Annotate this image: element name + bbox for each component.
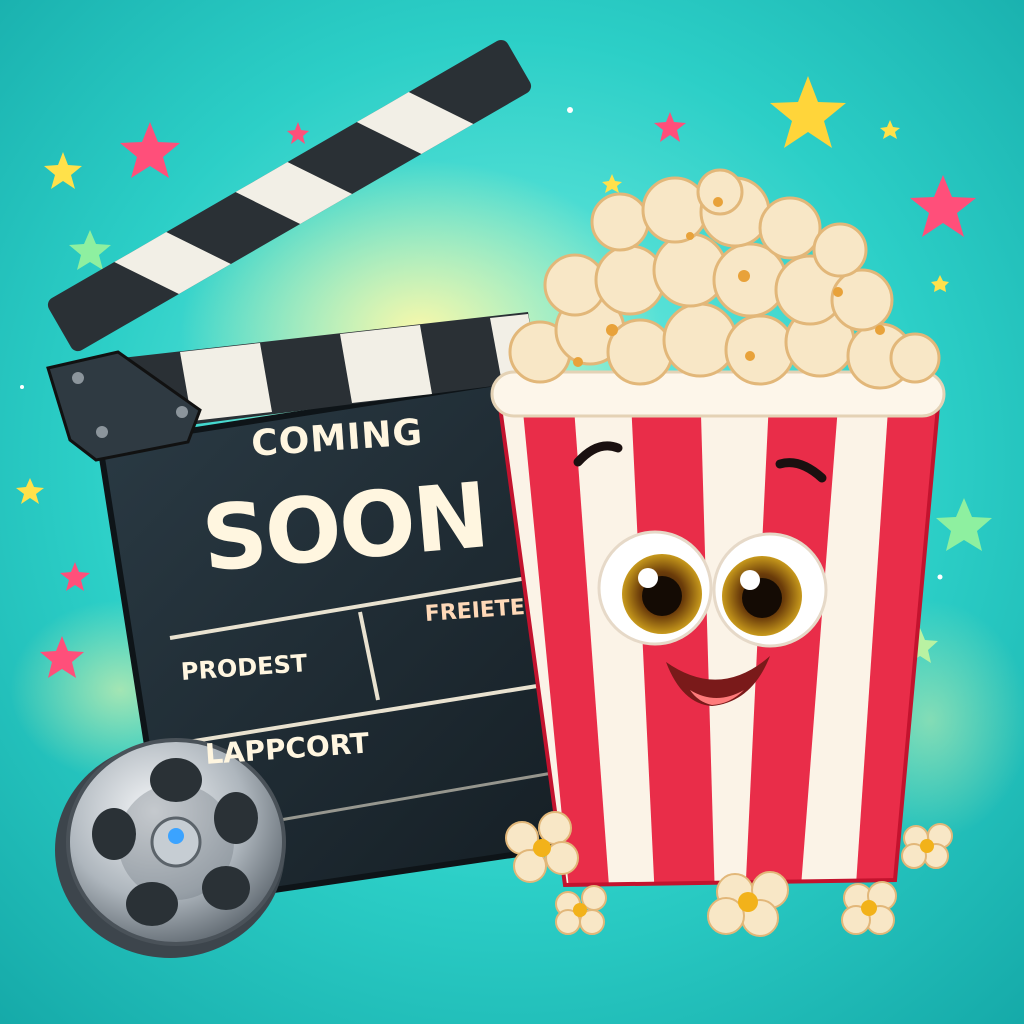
- illustration: [0, 0, 1024, 1024]
- scene: COMING SOON PRODEST FREIETE LAPPCORT: [0, 0, 1024, 1024]
